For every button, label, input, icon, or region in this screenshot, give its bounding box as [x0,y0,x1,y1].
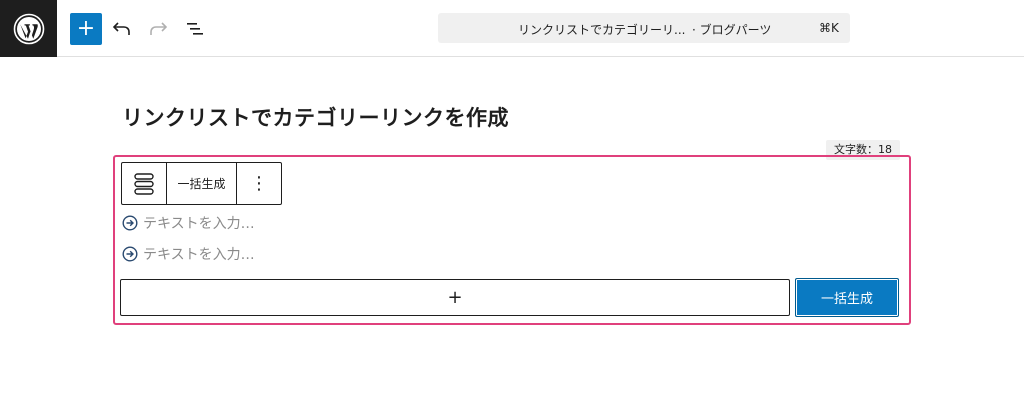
add-block-button[interactable]: + [70,13,102,45]
link-list-icon [134,172,154,195]
document-title: リンクリストでカテゴリーリ... [518,23,686,37]
post-title[interactable]: リンクリストでカテゴリーリンクを作成 [122,102,509,132]
list-item[interactable]: テキストを入力… [122,213,255,233]
undo-icon [113,22,130,35]
document-overview-button[interactable] [179,13,211,45]
item-text-placeholder[interactable]: テキストを入力… [143,213,255,233]
arrow-circle-right-icon [122,246,138,262]
plus-icon: + [76,16,96,41]
wordpress-icon [13,13,44,44]
undo-button[interactable] [106,13,138,45]
more-options-button[interactable]: ⋮ [237,163,281,204]
add-item-button[interactable]: + [120,279,790,316]
plus-icon: + [447,287,463,308]
wordpress-logo[interactable] [0,0,57,57]
command-palette-bar[interactable]: リンクリストでカテゴリーリ... · ブログパーツ ⌘K [438,13,850,43]
redo-button[interactable] [142,13,174,45]
redo-icon [150,22,167,35]
arrow-circle-right-icon [122,215,138,231]
block-type-button[interactable] [122,163,167,204]
list-item[interactable]: テキストを入力… [122,244,255,264]
generate-button[interactable]: 一括生成 [795,278,899,317]
editor-header: + リンクリストでカテゴリーリ... · ブログパーツ ⌘K [0,0,1024,57]
post-type-label: · ブログパーツ [692,23,772,37]
block-toolbar: 一括生成 ⋮ [121,162,282,205]
toolbar-generate-button[interactable]: 一括生成 [167,163,237,204]
keyboard-shortcut: ⌘K [819,21,839,35]
item-text-placeholder[interactable]: テキストを入力… [143,244,255,264]
outline-icon [187,23,203,35]
